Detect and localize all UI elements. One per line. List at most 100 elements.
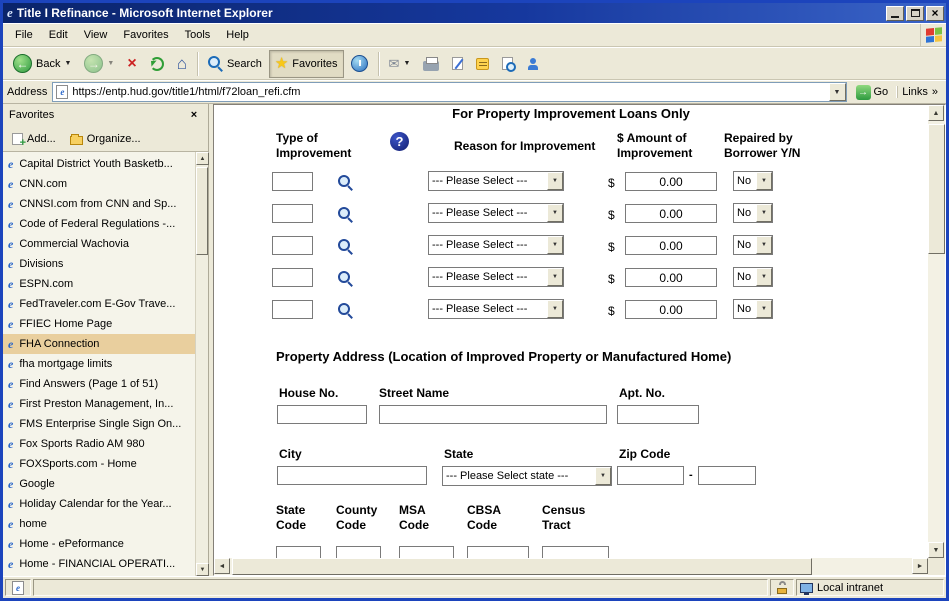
favorite-item[interactable]: eCNNSI.com from CNN and Sp...: [3, 194, 195, 214]
menu-favorites[interactable]: Favorites: [115, 25, 176, 45]
type-of-improvement-input[interactable]: [272, 204, 313, 223]
favorite-item[interactable]: efha mortgage limits: [3, 354, 195, 374]
reason-for-improvement-select[interactable]: --- Please Select ---▼: [428, 203, 564, 223]
street-name-input[interactable]: [379, 405, 607, 424]
menu-help[interactable]: Help: [218, 25, 257, 45]
repaired-by-borrower-select[interactable]: No▼: [733, 299, 773, 319]
discuss-button[interactable]: [470, 50, 495, 78]
state-code-input[interactable]: [276, 546, 321, 558]
zip-code-input[interactable]: [617, 466, 684, 485]
scroll-up-button[interactable]: ▲: [928, 105, 944, 121]
vertical-scrollbar[interactable]: ▲ ▼: [928, 105, 945, 558]
horizontal-scrollbar[interactable]: ◄ ►: [214, 558, 928, 575]
favorite-item[interactable]: eFind Answers (Page 1 of 51): [3, 374, 195, 394]
scroll-down-button[interactable]: ▼: [196, 563, 209, 576]
repaired-by-borrower-select[interactable]: No▼: [733, 203, 773, 223]
county-code-input[interactable]: [336, 546, 381, 558]
favorite-item[interactable]: eHome - ePeformance: [3, 534, 195, 554]
favorite-item[interactable]: eFOXSports.com - Home: [3, 454, 195, 474]
lookup-magnifier-icon[interactable]: [338, 239, 353, 254]
links-chevron-icon[interactable]: »: [932, 86, 938, 98]
favorite-item[interactable]: eGoogle: [3, 474, 195, 494]
links-toolbar[interactable]: Links »: [897, 86, 942, 98]
close-button[interactable]: ×: [926, 6, 944, 21]
scroll-left-button[interactable]: ◄: [214, 558, 230, 574]
favorites-button[interactable]: ★ Favorites: [269, 50, 344, 78]
scrollbar-track[interactable]: [230, 558, 912, 575]
msa-code-input[interactable]: [399, 546, 454, 558]
favorite-item[interactable]: eFFIEC Home Page: [3, 314, 195, 334]
menu-tools[interactable]: Tools: [177, 25, 219, 45]
lookup-magnifier-icon[interactable]: [338, 271, 353, 286]
mail-button[interactable]: ✉ ▼: [383, 50, 417, 78]
state-select[interactable]: --- Please Select state --- ▼: [442, 466, 612, 486]
messenger-button[interactable]: [520, 50, 546, 78]
amount-of-improvement-input[interactable]: [625, 300, 717, 319]
house-no-input[interactable]: [277, 405, 367, 424]
stop-button[interactable]: ×: [121, 50, 142, 78]
forward-button[interactable]: → ▼: [78, 50, 120, 78]
amount-of-improvement-input[interactable]: [625, 236, 717, 255]
amount-of-improvement-input[interactable]: [625, 172, 717, 191]
reason-for-improvement-select[interactable]: --- Please Select ---▼: [428, 235, 564, 255]
city-input[interactable]: [277, 466, 427, 485]
amount-of-improvement-input[interactable]: [625, 204, 717, 223]
amount-of-improvement-input[interactable]: [625, 268, 717, 287]
type-of-improvement-input[interactable]: [272, 172, 313, 191]
help-icon[interactable]: ?: [390, 132, 409, 151]
favorite-item[interactable]: eFedTraveler.com E-Gov Trave...: [3, 294, 195, 314]
lookup-magnifier-icon[interactable]: [338, 303, 353, 318]
favorite-item[interactable]: eESPN.com: [3, 274, 195, 294]
lookup-magnifier-icon[interactable]: [338, 207, 353, 222]
favorite-item[interactable]: eCapital District Youth Basketb...: [3, 154, 195, 174]
reason-for-improvement-select[interactable]: --- Please Select ---▼: [428, 171, 564, 191]
repaired-by-borrower-select[interactable]: No▼: [733, 235, 773, 255]
menu-view[interactable]: View: [76, 25, 116, 45]
census-tract-input[interactable]: [542, 546, 609, 558]
lookup-magnifier-icon[interactable]: [338, 175, 353, 190]
scrollbar-track[interactable]: [196, 165, 208, 563]
favorite-item[interactable]: eFMS Enterprise Single Sign On...: [3, 414, 195, 434]
reason-for-improvement-select[interactable]: --- Please Select ---▼: [428, 299, 564, 319]
zip-plus4-input[interactable]: [698, 466, 756, 485]
home-button[interactable]: ⌂: [171, 50, 193, 78]
scrollbar-thumb[interactable]: [928, 124, 945, 254]
scroll-down-button[interactable]: ▼: [928, 542, 944, 558]
menu-edit[interactable]: Edit: [41, 25, 76, 45]
favorite-item[interactable]: eDivisions: [3, 254, 195, 274]
type-of-improvement-input[interactable]: [272, 300, 313, 319]
scrollbar-track[interactable]: [928, 121, 945, 542]
research-button[interactable]: [496, 50, 519, 78]
back-dropdown-icon[interactable]: ▼: [64, 60, 71, 67]
favorite-item[interactable]: eHome - FINANCIAL OPERATI...: [3, 554, 195, 574]
repaired-by-borrower-select[interactable]: No▼: [733, 171, 773, 191]
scroll-up-button[interactable]: ▲: [196, 152, 209, 165]
scrollbar-thumb[interactable]: [196, 167, 208, 255]
refresh-button[interactable]: [144, 50, 170, 78]
type-of-improvement-input[interactable]: [272, 268, 313, 287]
address-dropdown-icon[interactable]: ▼: [829, 83, 846, 101]
print-button[interactable]: [417, 50, 445, 78]
favorite-item[interactable]: eHoliday Calendar for the Year...: [3, 494, 195, 514]
minimize-button[interactable]: [886, 6, 904, 21]
scrollbar-thumb[interactable]: [232, 558, 812, 575]
maximize-button[interactable]: [906, 6, 924, 21]
favorite-item[interactable]: ehome: [3, 514, 195, 534]
cbsa-code-input[interactable]: [467, 546, 529, 558]
favorite-item[interactable]: eCode of Federal Regulations -...: [3, 214, 195, 234]
add-favorite-button[interactable]: Add...: [12, 133, 56, 145]
edit-button[interactable]: [446, 50, 469, 78]
favorite-item[interactable]: eFox Sports Radio AM 980: [3, 434, 195, 454]
apt-no-input[interactable]: [617, 405, 699, 424]
favorite-item[interactable]: eCNN.com: [3, 174, 195, 194]
history-button[interactable]: [345, 50, 374, 78]
repaired-by-borrower-select[interactable]: No▼: [733, 267, 773, 287]
favorites-close-icon[interactable]: ×: [186, 108, 202, 122]
go-button[interactable]: → Go: [852, 84, 893, 101]
reason-for-improvement-select[interactable]: --- Please Select ---▼: [428, 267, 564, 287]
mail-dropdown-icon[interactable]: ▼: [403, 60, 410, 67]
favorite-item[interactable]: eFHA Connection: [3, 334, 195, 354]
favorites-scrollbar[interactable]: ▲ ▼: [195, 152, 208, 576]
scroll-right-button[interactable]: ►: [912, 558, 928, 574]
organize-favorites-button[interactable]: Organize...: [70, 133, 141, 145]
